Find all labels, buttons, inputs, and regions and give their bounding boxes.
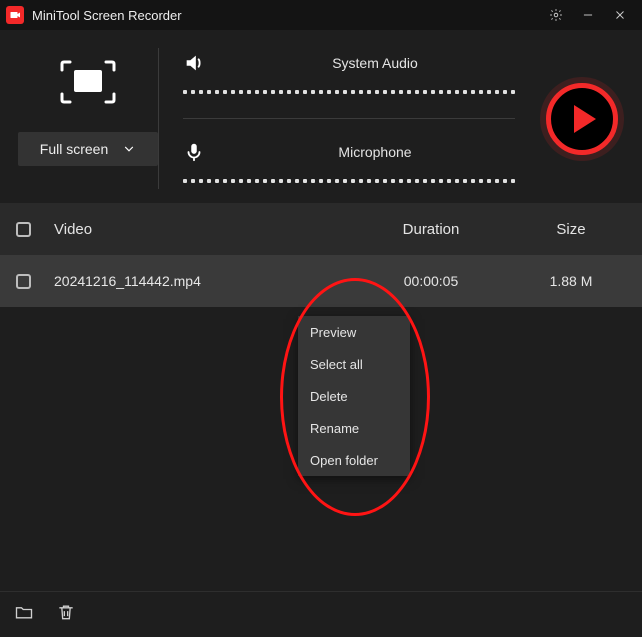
col-header-duration[interactable]: Duration <box>346 221 516 238</box>
ctx-item-delete[interactable]: Delete <box>298 380 410 412</box>
open-folder-button[interactable] <box>14 602 34 627</box>
separator <box>183 118 515 119</box>
trash-icon <box>56 602 76 622</box>
close-icon <box>613 8 627 22</box>
row-checkbox[interactable] <box>16 274 31 289</box>
system-audio-row: System Audio <box>183 48 515 78</box>
minimize-button[interactable] <box>572 0 604 30</box>
delete-button[interactable] <box>56 602 76 627</box>
speaker-icon[interactable] <box>183 52 205 74</box>
cell-name: 20241216_114442.mp4 <box>48 273 346 289</box>
app-title: MiniTool Screen Recorder <box>32 8 182 23</box>
gear-icon <box>549 8 563 22</box>
system-audio-label: System Audio <box>235 55 515 71</box>
ctx-item-rename[interactable]: Rename <box>298 412 410 444</box>
footer-bar <box>0 591 642 637</box>
context-menu: Preview Select all Delete Rename Open fo… <box>298 316 410 476</box>
microphone-label: Microphone <box>235 144 515 160</box>
capture-mode-dropdown[interactable]: Full screen <box>18 132 158 166</box>
table-row[interactable]: 20241216_114442.mp4 00:00:05 1.88 M <box>0 255 642 307</box>
record-button[interactable] <box>546 83 618 155</box>
microphone-icon[interactable] <box>183 141 205 163</box>
record-section <box>539 48 624 189</box>
title-bar: MiniTool Screen Recorder <box>0 0 642 30</box>
table-header: Video Duration Size <box>0 203 642 255</box>
app-icon <box>6 6 24 24</box>
capture-area-icon[interactable] <box>53 54 123 110</box>
capture-mode-label: Full screen <box>40 141 108 157</box>
system-audio-level <box>183 90 515 100</box>
folder-icon <box>14 602 34 622</box>
control-panel: Full screen System Audio Microphone <box>0 30 642 203</box>
microphone-row: Microphone <box>183 137 515 167</box>
microphone-level <box>183 179 515 189</box>
select-all-checkbox[interactable] <box>16 222 31 237</box>
col-header-name[interactable]: Video <box>48 221 346 238</box>
close-button[interactable] <box>604 0 636 30</box>
cell-duration: 00:00:05 <box>346 273 516 289</box>
chevron-down-icon <box>122 142 136 156</box>
col-header-size[interactable]: Size <box>516 221 626 238</box>
play-icon <box>574 105 596 133</box>
cell-size: 1.88 M <box>516 273 626 289</box>
minimize-icon <box>581 8 595 22</box>
capture-area-section: Full screen <box>18 48 159 189</box>
ctx-item-preview[interactable]: Preview <box>298 316 410 348</box>
ctx-item-select-all[interactable]: Select all <box>298 348 410 380</box>
settings-button[interactable] <box>540 0 572 30</box>
ctx-item-open-folder[interactable]: Open folder <box>298 444 410 476</box>
audio-section: System Audio Microphone <box>159 48 539 189</box>
app-window: MiniTool Screen Recorder F <box>0 0 642 637</box>
